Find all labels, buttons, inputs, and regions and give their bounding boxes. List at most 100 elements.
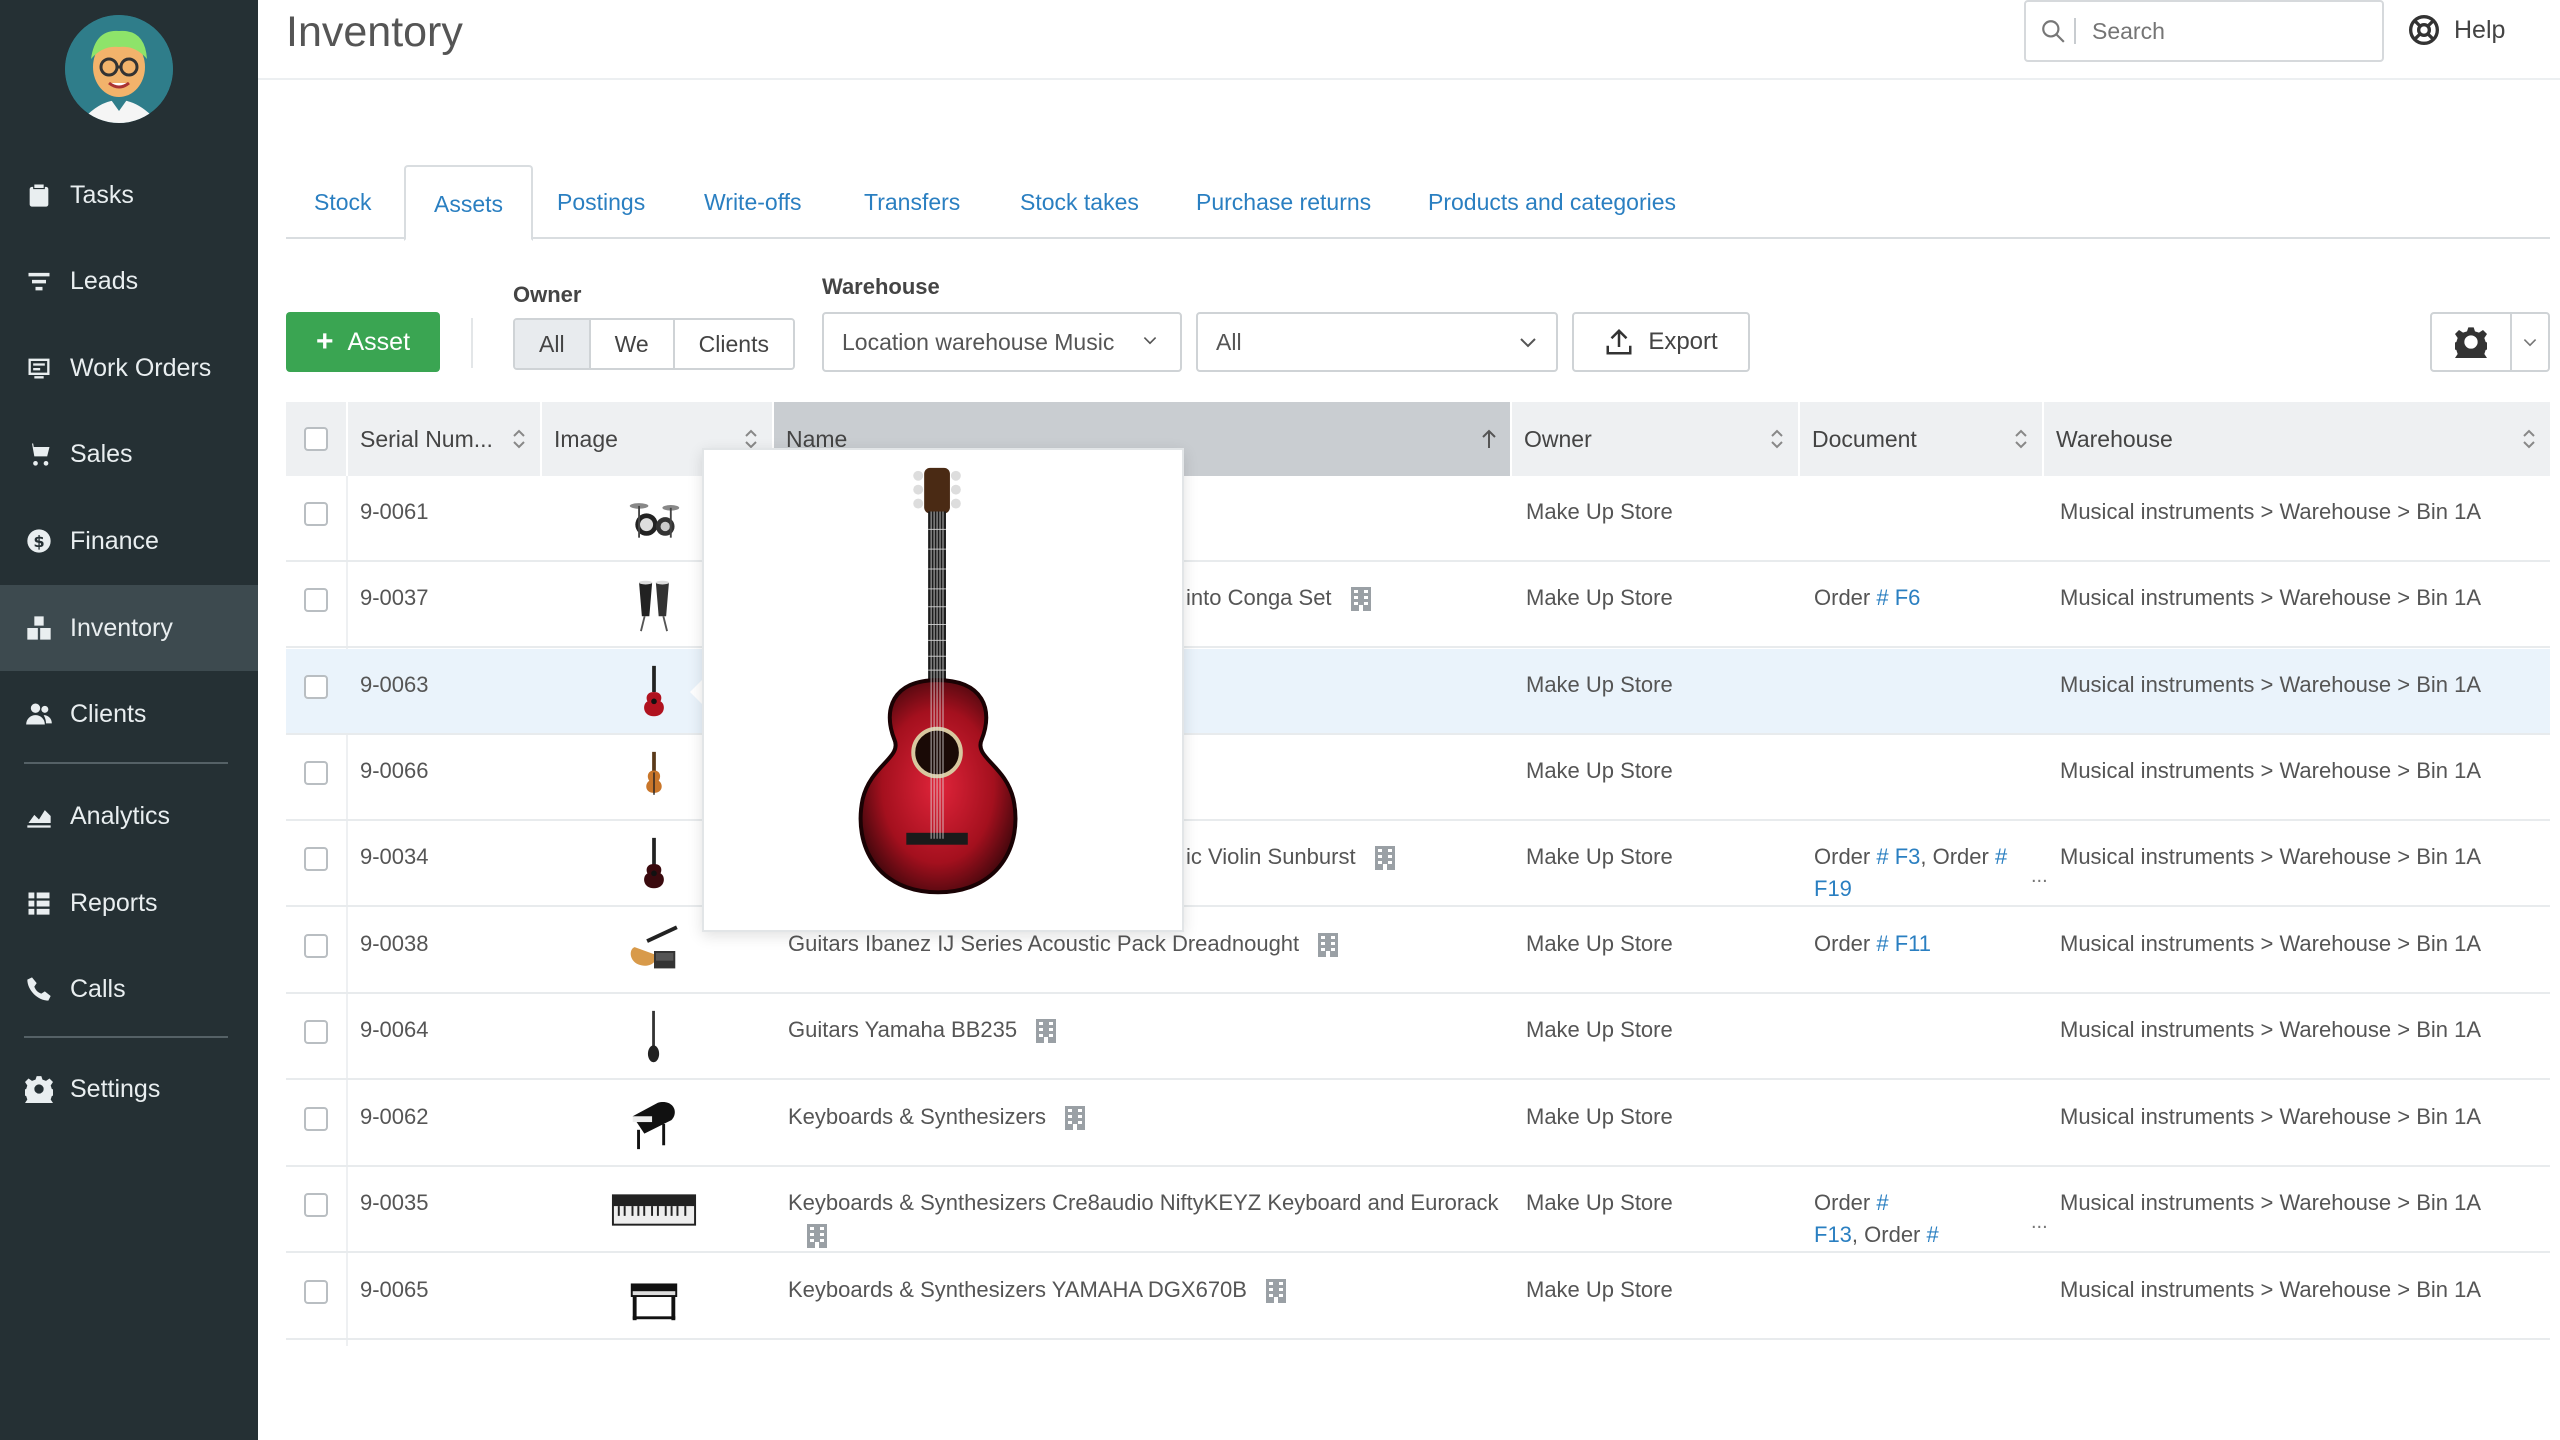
- sidebar-item-sales[interactable]: Sales: [0, 411, 258, 497]
- document-link[interactable]: #: [1927, 1222, 1939, 1247]
- sidebar-item-reports[interactable]: Reports: [0, 860, 258, 946]
- column-header-label: Owner: [1524, 426, 1592, 452]
- table-row[interactable]: 9-0061 Make Up Store Musical instruments >…: [286, 476, 2550, 562]
- row-checkbox[interactable]: [304, 1107, 328, 1131]
- sidebar-item-settings[interactable]: Settings: [0, 1046, 258, 1132]
- document-link[interactable]: #: [1995, 844, 2007, 869]
- tab-stock[interactable]: Stock: [286, 165, 400, 239]
- sidebar-item-work-orders[interactable]: Work Orders: [0, 325, 258, 411]
- select-all-checkbox[interactable]: [304, 427, 328, 451]
- sidebar-item-analytics[interactable]: Analytics: [0, 773, 258, 859]
- asset-thumbnail[interactable]: [622, 1002, 686, 1072]
- table-row[interactable]: 9-0034 ic Violin Sunburst Make Up Store Ord…: [286, 821, 2550, 907]
- search-input[interactable]: [2092, 17, 2352, 45]
- row-checkbox[interactable]: [304, 934, 328, 958]
- asset-thumbnail[interactable]: [622, 743, 686, 813]
- row-checkbox[interactable]: [304, 761, 328, 785]
- more-documents-ellipsis[interactable]: ...: [2031, 865, 2048, 888]
- row-checkbox[interactable]: [304, 588, 328, 612]
- building-icon: [1374, 846, 1395, 871]
- document-cell: Order # F13, Order #: [1814, 1187, 2036, 1251]
- owner-filter: All We Clients: [513, 318, 795, 370]
- asset-name[interactable]: ic Violin Sunburst: [1186, 841, 1396, 873]
- sidebar-item-label: Tasks: [70, 180, 134, 209]
- add-asset-button[interactable]: + Asset: [286, 312, 440, 372]
- sidebar-item-label: Reports: [70, 888, 158, 917]
- asset-name[interactable]: into Conga Set: [1186, 582, 1372, 614]
- row-checkbox[interactable]: [304, 1193, 328, 1217]
- table-row[interactable]: 9-0037 into Conga Set Make Up Store Order #…: [286, 562, 2550, 648]
- row-checkbox[interactable]: [304, 502, 328, 526]
- asset-thumbnail[interactable]: [622, 570, 686, 640]
- asset-thumbnail[interactable]: [622, 916, 686, 986]
- owner-we-button[interactable]: We: [590, 320, 675, 368]
- warehouse-path: Musical instruments > Warehouse > Bin 1A: [2060, 1277, 2482, 1302]
- sidebar-item-leads[interactable]: Leads: [0, 238, 258, 324]
- table-row[interactable]: 9-0066 Make Up Store Musical instruments >…: [286, 735, 2550, 821]
- row-checkbox[interactable]: [304, 847, 328, 871]
- asset-thumbnail[interactable]: [622, 1262, 686, 1332]
- table-row[interactable]: 9-0063 Make Up Store Musical instruments >…: [286, 649, 2550, 735]
- warehouse-path: Musical instruments > Warehouse > Bin 1A: [2060, 1190, 2482, 1215]
- tab-write-offs[interactable]: Write-offs: [676, 165, 830, 239]
- sidebar-item-clients[interactable]: Clients: [0, 671, 258, 757]
- table-settings-button[interactable]: [2430, 312, 2550, 372]
- column-header-owner[interactable]: Owner: [1512, 402, 1800, 476]
- sidebar-item-finance[interactable]: $ Finance: [0, 498, 258, 584]
- export-button[interactable]: Export: [1572, 312, 1750, 372]
- owner-filter-label: Owner: [513, 282, 582, 307]
- user-avatar[interactable]: [65, 15, 173, 123]
- serial-number: 9-0034: [360, 844, 429, 869]
- tab-postings[interactable]: Postings: [529, 165, 673, 239]
- document-cell: Order # F6: [1814, 582, 2036, 614]
- tab-products-and-categories[interactable]: Products and categories: [1400, 165, 1704, 239]
- asset-thumbnail[interactable]: [622, 1089, 686, 1159]
- table-row[interactable]: 9-0038 Guitars Ibanez IJ Series Acoustic …: [286, 908, 2550, 994]
- more-documents-ellipsis[interactable]: ...: [2031, 1211, 2048, 1234]
- column-header-serial[interactable]: Serial Num...: [348, 402, 542, 476]
- row-checkbox[interactable]: [304, 1280, 328, 1304]
- table-settings-gear[interactable]: [2432, 314, 2512, 370]
- owner-clients-button[interactable]: Clients: [674, 320, 793, 368]
- tab-purchase-returns[interactable]: Purchase returns: [1168, 165, 1399, 239]
- tab-assets[interactable]: Assets: [404, 165, 534, 241]
- table-row[interactable]: 9-0065 Keyboards & Synthesizers YAMAHA DG…: [286, 1254, 2550, 1340]
- tab-stock-takes[interactable]: Stock takes: [992, 165, 1167, 239]
- document-link[interactable]: # F6: [1876, 585, 1920, 610]
- asset-name[interactable]: Keyboards & Synthesizers YAMAHA DGX670B: [788, 1274, 1287, 1306]
- building-icon: [1036, 1019, 1057, 1044]
- table-row[interactable]: 9-0035 Keyboards & Synthesizers Cre8audio…: [286, 1167, 2550, 1253]
- top-header: Inventory Help: [258, 0, 2560, 80]
- sidebar-item-calls[interactable]: Calls: [0, 946, 258, 1032]
- asset-name[interactable]: Keyboards & Synthesizers Cre8audio Nifty…: [788, 1187, 1508, 1251]
- table-settings-dropdown[interactable]: [2512, 334, 2548, 350]
- asset-name[interactable]: Keyboards & Synthesizers: [788, 1101, 1086, 1133]
- row-checkbox[interactable]: [304, 1020, 328, 1044]
- row-checkbox[interactable]: [304, 675, 328, 699]
- asset-name[interactable]: Guitars Yamaha BB235: [788, 1014, 1057, 1046]
- asset-thumbnail[interactable]: [622, 657, 686, 727]
- asset-thumbnail[interactable]: [608, 1175, 700, 1245]
- bin-select[interactable]: All: [1196, 312, 1558, 372]
- warehouse-path: Musical instruments > Warehouse > Bin 1A: [2060, 758, 2482, 783]
- search-box[interactable]: [2024, 0, 2384, 62]
- table-row[interactable]: 9-0062 Keyboards & Synthesizers Make Up St…: [286, 1081, 2550, 1167]
- bin-select-value: All: [1216, 328, 1242, 355]
- owner-all-button[interactable]: All: [515, 320, 591, 368]
- tab-transfers[interactable]: Transfers: [836, 165, 988, 239]
- sidebar-item-inventory[interactable]: Inventory: [0, 585, 258, 671]
- warehouse-select[interactable]: Location warehouse Music: [822, 312, 1182, 372]
- document-link[interactable]: F13: [1814, 1222, 1852, 1247]
- document-link[interactable]: # F3: [1876, 844, 1920, 869]
- asset-thumbnail[interactable]: [622, 829, 686, 899]
- table-row[interactable]: 9-0064 Guitars Yamaha BB235 Make Up Store M…: [286, 994, 2550, 1080]
- owner-name: Make Up Store: [1526, 1017, 1673, 1042]
- column-header-document[interactable]: Document: [1800, 402, 2044, 476]
- column-header-warehouse[interactable]: Warehouse: [2044, 402, 2550, 476]
- document-link[interactable]: # F11: [1876, 931, 1931, 956]
- sidebar-item-tasks[interactable]: Tasks: [0, 152, 258, 238]
- help-button[interactable]: Help: [2408, 14, 2505, 46]
- asset-thumbnail[interactable]: [622, 484, 686, 554]
- document-link[interactable]: F19: [1814, 876, 1852, 901]
- document-link[interactable]: #: [1876, 1190, 1888, 1215]
